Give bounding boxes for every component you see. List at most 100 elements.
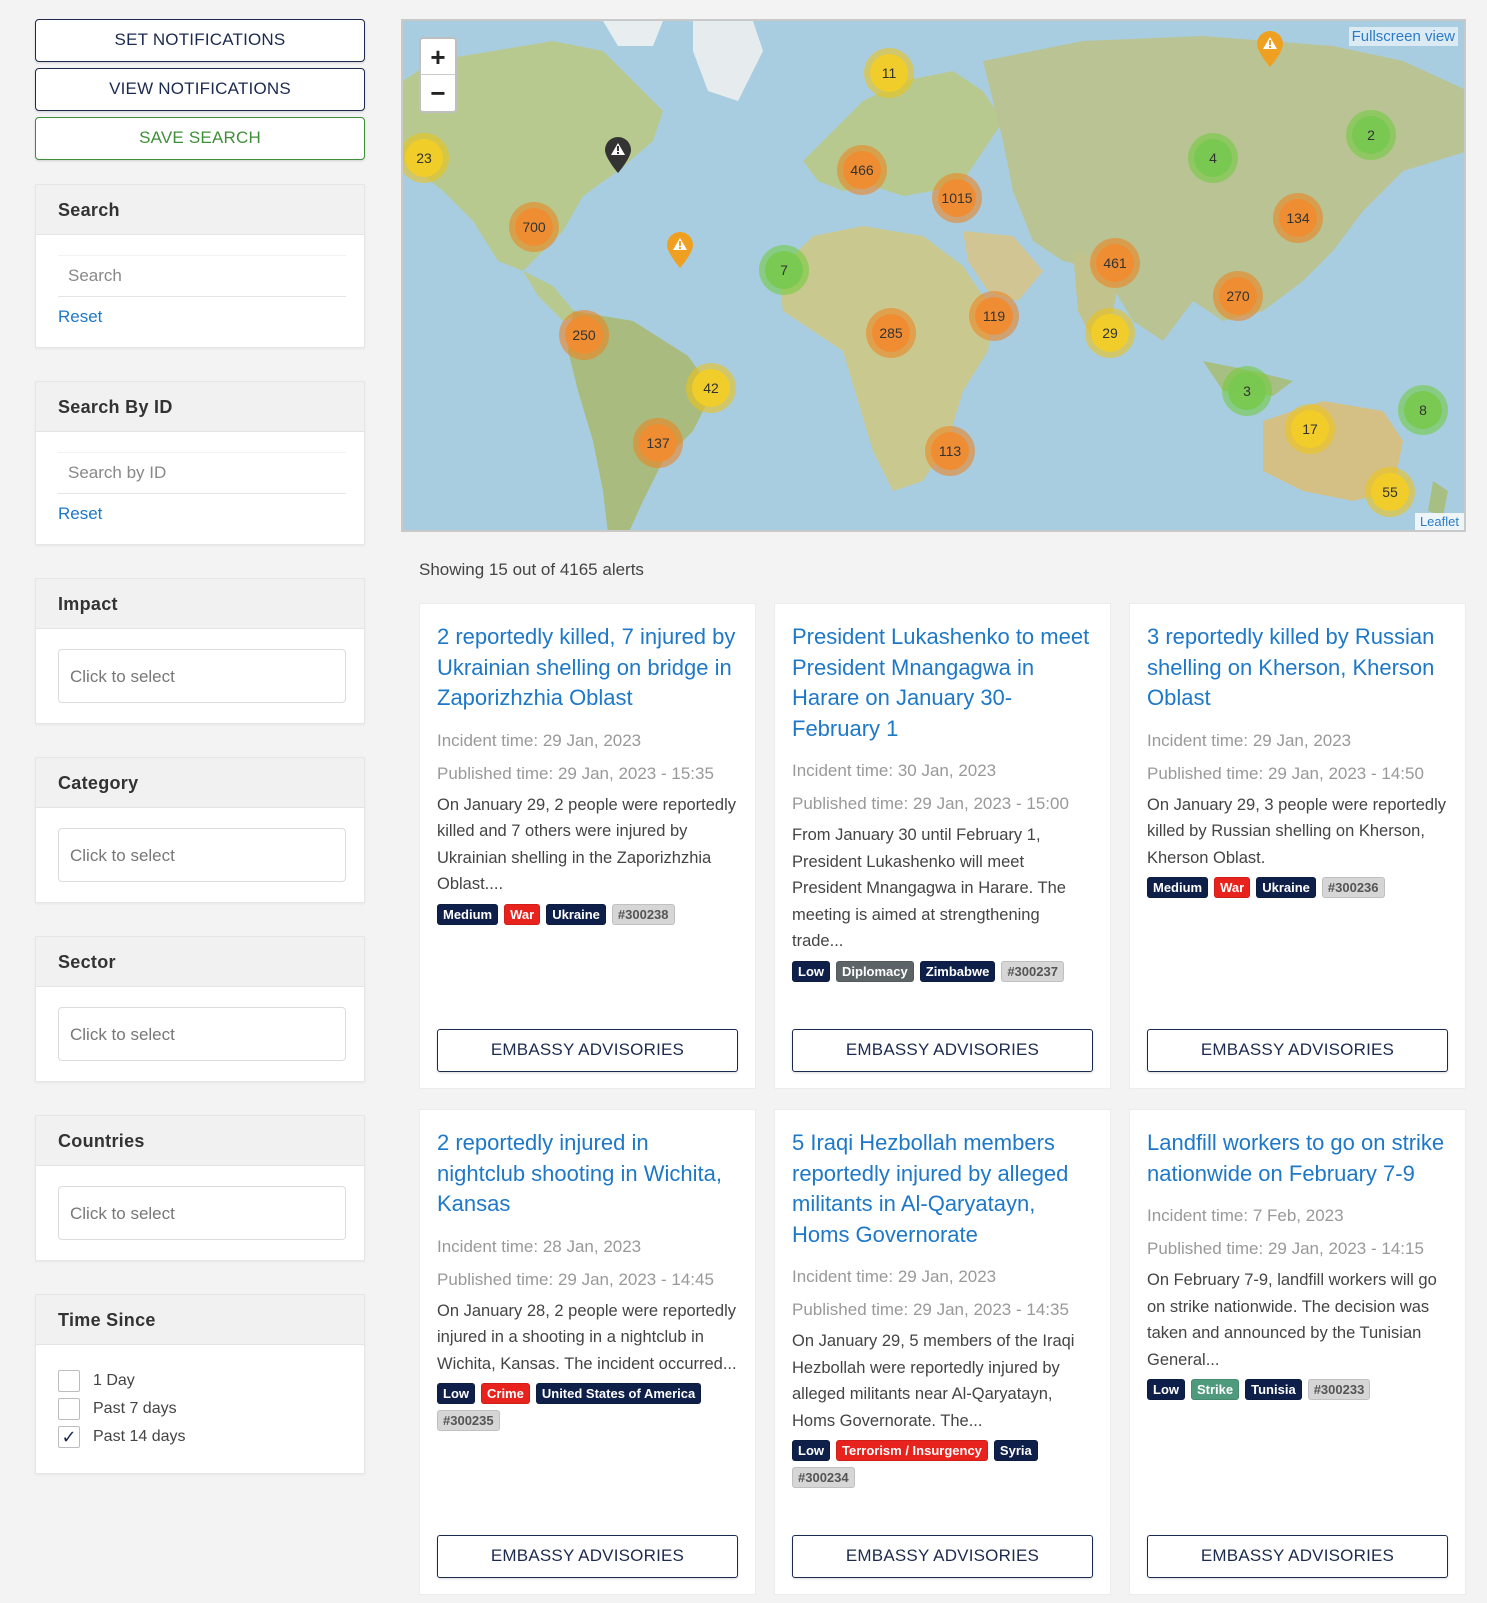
set-notifications-button[interactable]: SET NOTIFICATIONS <box>35 19 365 62</box>
alert-tag[interactable]: Ukraine <box>546 903 606 925</box>
embassy-advisories-button[interactable]: EMBASSY ADVISORIES <box>437 1535 738 1578</box>
embassy-advisories-button[interactable]: EMBASSY ADVISORIES <box>792 1029 1093 1072</box>
embassy-advisories-button[interactable]: EMBASSY ADVISORIES <box>792 1535 1093 1578</box>
cluster-count: 11 <box>870 54 908 92</box>
map-cluster[interactable]: 42 <box>686 363 736 413</box>
alert-tag[interactable]: Medium <box>437 903 499 925</box>
map-cluster[interactable]: 4 <box>1188 133 1238 183</box>
map-cluster[interactable]: 134 <box>1273 193 1323 243</box>
alert-tag[interactable]: United States of America <box>535 1383 702 1405</box>
embassy-advisories-button[interactable]: EMBASSY ADVISORIES <box>437 1029 738 1072</box>
map-cluster[interactable]: 1015 <box>932 173 982 223</box>
warning-marker-icon[interactable] <box>1255 30 1285 68</box>
results-count: Showing 15 out of 4165 alerts <box>419 560 644 579</box>
search-by-id-reset-link[interactable]: Reset <box>58 504 342 524</box>
alert-id-badge[interactable]: #300234 <box>792 1467 855 1489</box>
map-cluster[interactable]: 270 <box>1213 271 1263 321</box>
map-cluster[interactable]: 461 <box>1090 238 1140 288</box>
incident-time: Incident time: 30 Jan, 2023 <box>792 761 997 780</box>
alert-tag[interactable]: Strike <box>1191 1379 1240 1401</box>
map-cluster[interactable]: 700 <box>509 202 559 252</box>
alert-tag[interactable]: Diplomacy <box>836 960 914 982</box>
alert-tag[interactable]: Tunisia <box>1245 1379 1302 1401</box>
alert-title-link[interactable]: 2 reportedly injured in nightclub shooti… <box>437 1128 738 1220</box>
alert-tag[interactable]: Crime <box>481 1383 530 1405</box>
search-by-id-panel-body: Reset <box>36 432 364 544</box>
countries-select[interactable]: Click to select <box>58 1186 346 1240</box>
alert-id-badge[interactable]: #300235 <box>437 1410 500 1432</box>
alert-tag[interactable]: Low <box>792 1440 830 1462</box>
map-cluster[interactable]: 466 <box>837 145 887 195</box>
alert-tag[interactable]: Syria <box>993 1440 1038 1462</box>
alert-tag[interactable]: Medium <box>1147 877 1209 899</box>
alert-description: On January 29, 3 people were reportedly … <box>1147 795 1447 867</box>
alert-id-badge[interactable]: #300237 <box>1001 960 1064 982</box>
alert-id-badge[interactable]: #300238 <box>611 903 675 925</box>
leaflet-attribution-link[interactable]: Leaflet <box>1414 513 1464 530</box>
time-since-option-label: Past 7 days <box>93 1400 177 1417</box>
map-cluster[interactable]: 17 <box>1285 404 1335 454</box>
cluster-count: 285 <box>872 314 910 352</box>
fullscreen-view-link[interactable]: Fullscreen view <box>1348 27 1458 46</box>
alert-id-badge[interactable]: #300236 <box>1321 877 1385 899</box>
map-cluster[interactable]: 29 <box>1085 308 1135 358</box>
map-cluster[interactable]: 119 <box>969 291 1019 341</box>
alert-id-badge[interactable]: #300233 <box>1307 1379 1371 1401</box>
alert-tag[interactable]: Zimbabwe <box>919 960 996 982</box>
alert-tag[interactable]: Low <box>1147 1379 1185 1401</box>
checkbox[interactable] <box>58 1398 80 1420</box>
map-cluster[interactable]: 250 <box>559 310 609 360</box>
embassy-advisories-button[interactable]: EMBASSY ADVISORIES <box>1147 1535 1448 1578</box>
search-panel: Search Reset <box>35 184 365 348</box>
time-since-option-7-days[interactable]: Past 7 days <box>58 1395 342 1423</box>
category-select[interactable]: Click to select <box>58 828 346 882</box>
alert-title-link[interactable]: President Lukashenko to meet President M… <box>792 622 1093 744</box>
alert-title-link[interactable]: 2 reportedly killed, 7 injured by Ukrain… <box>437 622 738 714</box>
zoom-out-button[interactable]: − <box>421 75 455 111</box>
view-notifications-button[interactable]: VIEW NOTIFICATIONS <box>35 68 365 111</box>
warning-marker-icon[interactable] <box>665 231 695 269</box>
alert-tag[interactable]: Terrorism / Insurgency <box>836 1440 988 1462</box>
map-cluster[interactable]: 55 <box>1365 467 1415 517</box>
alert-tag[interactable]: Ukraine <box>1256 877 1316 899</box>
map-cluster[interactable]: 285 <box>866 308 916 358</box>
search-reset-link[interactable]: Reset <box>58 307 342 327</box>
alert-tag[interactable]: Low <box>792 960 830 982</box>
map-cluster[interactable]: 2 <box>1346 110 1396 160</box>
alert-tag[interactable]: War <box>1214 877 1251 899</box>
cluster-count: 8 <box>1404 391 1442 429</box>
map-cluster[interactable]: 8 <box>1398 385 1448 435</box>
map-cluster[interactable]: 137 <box>633 418 683 468</box>
map-cluster[interactable]: 11 <box>864 48 914 98</box>
incident-time: Incident time: 7 Feb, 2023 <box>1147 1206 1344 1225</box>
alert-title-link[interactable]: Landfill workers to go on strike nationw… <box>1147 1128 1448 1189</box>
search-input[interactable] <box>58 255 346 297</box>
category-panel-body: Click to select <box>36 808 364 902</box>
map-cluster[interactable]: 3 <box>1222 366 1272 416</box>
map-cluster[interactable]: 23 <box>403 133 449 183</box>
search-by-id-input[interactable] <box>58 452 346 494</box>
alert-title-link[interactable]: 5 Iraqi Hezbollah members reportedly inj… <box>792 1128 1093 1250</box>
checkbox[interactable] <box>58 1370 80 1392</box>
time-since-option-1-day[interactable]: 1 Day <box>58 1367 342 1395</box>
alert-tag[interactable]: War <box>504 903 541 925</box>
alert-tag[interactable]: Low <box>437 1383 475 1405</box>
cluster-count: 3 <box>1228 372 1266 410</box>
alert-card: 5 Iraqi Hezbollah members reportedly inj… <box>774 1109 1111 1595</box>
alert-description: On January 29, 5 members of the Iraqi He… <box>792 1332 1075 1430</box>
time-since-option-14-days[interactable]: ✓ Past 14 days <box>58 1423 342 1451</box>
cluster-count: 7 <box>765 251 803 289</box>
warning-marker-icon[interactable] <box>603 136 633 174</box>
embassy-advisories-button[interactable]: EMBASSY ADVISORIES <box>1147 1029 1448 1072</box>
map-cluster[interactable]: 7 <box>759 245 809 295</box>
alerts-map[interactable]: + − Fullscreen view Leaflet 11 23 700 46… <box>401 19 1466 532</box>
impact-select[interactable]: Click to select <box>58 649 346 703</box>
alert-tags: Low Crime United States of America #300235 <box>437 1383 738 1432</box>
cluster-count: 1015 <box>938 179 976 217</box>
sector-select[interactable]: Click to select <box>58 1007 346 1061</box>
save-search-button[interactable]: SAVE SEARCH <box>35 117 365 160</box>
map-cluster[interactable]: 113 <box>925 426 975 476</box>
checkbox-checked[interactable]: ✓ <box>58 1426 80 1448</box>
zoom-in-button[interactable]: + <box>421 39 455 75</box>
alert-title-link[interactable]: 3 reportedly killed by Russian shelling … <box>1147 622 1448 714</box>
